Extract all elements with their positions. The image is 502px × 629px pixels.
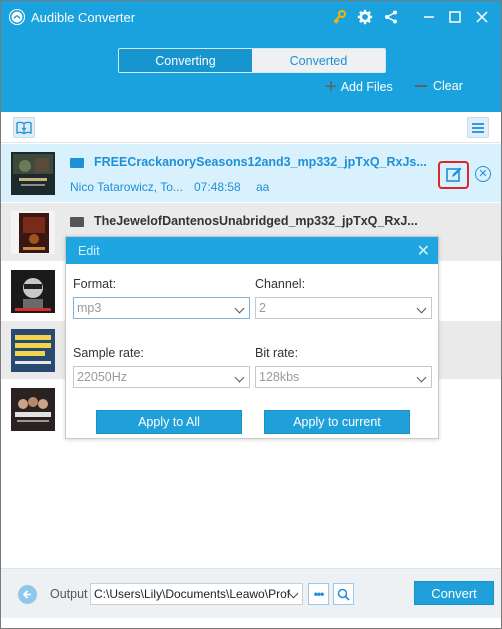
app-title: Audible Converter	[31, 10, 136, 25]
title-bar: Audible Converter	[1, 1, 501, 33]
sample-rate-label: Sample rate:	[73, 346, 144, 360]
share-icon[interactable]	[380, 7, 402, 27]
back-arrow-icon[interactable]	[18, 585, 37, 604]
edit-dialog-header: Edit ✕	[66, 237, 438, 264]
channel-label: Channel:	[255, 277, 306, 291]
app-logo-icon	[9, 9, 25, 25]
minus-icon	[415, 85, 427, 87]
audio-file-icon	[70, 217, 84, 227]
book-cover-thumbnail	[11, 211, 55, 254]
chevron-down-icon	[234, 303, 245, 314]
format-value: mp3	[77, 301, 102, 315]
book-icon[interactable]	[13, 117, 35, 138]
tab-converting[interactable]: Converting	[119, 49, 252, 72]
app-window: Audible Converter Converting Converted +…	[0, 0, 502, 629]
apply-to-current-button[interactable]: Apply to current	[264, 410, 410, 434]
settings-gear-icon[interactable]	[354, 7, 376, 27]
sample-rate-select[interactable]: 22050Hz	[73, 366, 250, 388]
close-icon[interactable]	[471, 7, 493, 27]
convert-button[interactable]: Convert	[414, 581, 494, 605]
chevron-down-icon	[416, 372, 427, 383]
file-name: TheJewelofDantenosUnabridged_mp332_jpTxQ…	[94, 214, 418, 228]
file-author: Nico Tatarowicz, To...	[70, 180, 183, 194]
book-cover-thumbnail	[11, 388, 55, 431]
bit-rate-select[interactable]: 128kbs	[255, 366, 432, 388]
list-item[interactable]: FREECrackanorySeasons12and3_mp332_jpTxQ_…	[1, 144, 501, 203]
chevron-down-icon	[416, 303, 427, 314]
file-name: FREECrackanorySeasons12and3_mp332_jpTxQ_…	[94, 155, 427, 169]
output-path-value: C:\Users\Lily\Documents\Leawo\Prof	[94, 587, 291, 601]
dialog-close-icon[interactable]: ✕	[417, 241, 430, 261]
book-cover-thumbnail	[11, 152, 55, 195]
maximize-icon[interactable]	[444, 7, 466, 27]
tab-converted[interactable]: Converted	[252, 49, 385, 72]
bit-rate-label: Bit rate:	[255, 346, 299, 360]
add-files-button[interactable]: + Add Files	[325, 76, 393, 98]
format-label: Format:	[73, 277, 117, 291]
bit-rate-value: 128kbs	[259, 370, 300, 384]
channel-select[interactable]: 2	[255, 297, 432, 319]
search-icon[interactable]	[333, 583, 354, 605]
chevron-down-icon	[234, 372, 245, 383]
edit-button[interactable]	[438, 161, 469, 189]
output-path-select[interactable]: C:\Users\Lily\Documents\Leawo\Prof	[90, 583, 303, 605]
channel-value: 2	[259, 301, 266, 315]
format-select[interactable]: mp3	[73, 297, 250, 319]
edit-icon	[445, 167, 461, 182]
browse-more-button[interactable]: •••	[308, 583, 329, 605]
list-toolbar	[1, 112, 501, 143]
file-extra: aa	[256, 180, 270, 194]
book-cover-thumbnail	[11, 270, 55, 313]
output-label: Output	[50, 587, 88, 601]
plus-icon: +	[325, 76, 337, 98]
clear-label: Clear	[433, 79, 463, 93]
clear-button[interactable]: Clear	[415, 79, 463, 93]
edit-dialog: Edit ✕ Format: mp3 Channel: 2 Sample rat…	[65, 236, 439, 439]
minimize-icon[interactable]	[418, 7, 440, 27]
header: Audible Converter Converting Converted +…	[1, 1, 501, 112]
key-icon[interactable]	[328, 7, 350, 27]
add-files-label: Add Files	[340, 80, 393, 94]
view-tabs: Converting Converted	[118, 48, 386, 73]
file-duration: 07:48:58	[194, 180, 241, 194]
edit-dialog-title: Edit	[78, 244, 100, 258]
apply-to-all-button[interactable]: Apply to All	[96, 410, 242, 434]
bottom-bar: Output C:\Users\Lily\Documents\Leawo\Pro…	[1, 568, 501, 618]
book-cover-thumbnail	[11, 329, 55, 372]
remove-file-icon[interactable]: ✕	[475, 166, 491, 182]
menu-list-icon[interactable]	[467, 117, 489, 138]
sample-rate-value: 22050Hz	[77, 370, 128, 384]
audio-file-icon	[70, 158, 84, 168]
